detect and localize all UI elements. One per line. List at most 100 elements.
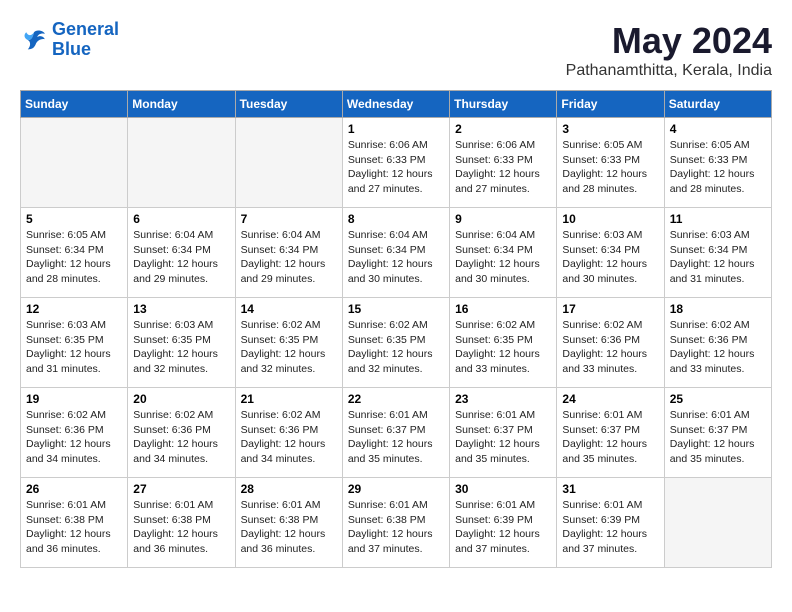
- day-info: Sunrise: 6:03 AMSunset: 6:34 PMDaylight:…: [670, 228, 766, 287]
- day-info: Sunrise: 6:03 AMSunset: 6:34 PMDaylight:…: [562, 228, 658, 287]
- day-info: Sunrise: 6:05 AMSunset: 6:34 PMDaylight:…: [26, 228, 122, 287]
- calendar-cell: 16 Sunrise: 6:02 AMSunset: 6:35 PMDayligh…: [450, 298, 557, 388]
- day-info: Sunrise: 6:02 AMSunset: 6:35 PMDaylight:…: [348, 318, 444, 377]
- week-row-1: 1Sunrise: 6:06 AMSunset: 6:33 PMDaylight…: [21, 118, 772, 208]
- calendar-cell: 15 Sunrise: 6:02 AMSunset: 6:35 PMDayligh…: [342, 298, 449, 388]
- calendar-cell: 2 Sunrise: 6:06 AMSunset: 6:33 PMDaylight…: [450, 118, 557, 208]
- day-info: Sunrise: 6:01 AMSunset: 6:38 PMDaylight:…: [241, 498, 337, 557]
- day-info: Sunrise: 6:01 AMSunset: 6:39 PMDaylight:…: [455, 498, 551, 557]
- day-info: Sunrise: 6:04 AMSunset: 6:34 PMDaylight:…: [133, 228, 229, 287]
- day-info: Sunrise: 6:02 AMSunset: 6:36 PMDaylight:…: [26, 408, 122, 467]
- weekday-header-monday: Monday: [128, 91, 235, 118]
- logo: General Blue: [20, 20, 119, 60]
- calendar-cell: 3 Sunrise: 6:05 AMSunset: 6:33 PMDaylight…: [557, 118, 664, 208]
- day-number: 12: [26, 302, 122, 316]
- day-number: 4: [670, 122, 766, 136]
- day-info: Sunrise: 6:01 AMSunset: 6:38 PMDaylight:…: [26, 498, 122, 557]
- calendar-cell: [235, 118, 342, 208]
- logo-icon: [20, 26, 48, 54]
- day-number: 23: [455, 392, 551, 406]
- calendar-cell: 24Sunrise: 6:01 AMSunset: 6:37 PMDayligh…: [557, 388, 664, 478]
- weekday-header-row: SundayMondayTuesdayWednesdayThursdayFrid…: [21, 91, 772, 118]
- day-info: Sunrise: 6:01 AMSunset: 6:37 PMDaylight:…: [670, 408, 766, 467]
- calendar-cell: 31 Sunrise: 6:01 AMSunset: 6:39 PMDayligh…: [557, 478, 664, 568]
- day-number: 9: [455, 212, 551, 226]
- day-number: 24: [562, 392, 658, 406]
- day-info: Sunrise: 6:05 AMSunset: 6:33 PMDaylight:…: [670, 138, 766, 197]
- month-title: May 2024: [566, 20, 772, 62]
- calendar-cell: [21, 118, 128, 208]
- week-row-3: 12 Sunrise: 6:03 AMSunset: 6:35 PMDayligh…: [21, 298, 772, 388]
- calendar-cell: 4 Sunrise: 6:05 AMSunset: 6:33 PMDaylight…: [664, 118, 771, 208]
- weekday-header-thursday: Thursday: [450, 91, 557, 118]
- day-number: 20: [133, 392, 229, 406]
- calendar-cell: 5Sunrise: 6:05 AMSunset: 6:34 PMDaylight…: [21, 208, 128, 298]
- location-title: Pathanamthitta, Kerala, India: [566, 62, 772, 80]
- page-header: General Blue May 2024 Pathanamthitta, Ke…: [20, 20, 772, 80]
- day-number: 10: [562, 212, 658, 226]
- weekday-header-wednesday: Wednesday: [342, 91, 449, 118]
- day-number: 3: [562, 122, 658, 136]
- day-number: 14: [241, 302, 337, 316]
- calendar-cell: 14Sunrise: 6:02 AMSunset: 6:35 PMDayligh…: [235, 298, 342, 388]
- day-number: 29: [348, 482, 444, 496]
- calendar-cell: 7Sunrise: 6:04 AMSunset: 6:34 PMDaylight…: [235, 208, 342, 298]
- calendar-cell: 8 Sunrise: 6:04 AMSunset: 6:34 PMDaylight…: [342, 208, 449, 298]
- calendar-cell: [664, 478, 771, 568]
- calendar-cell: 13 Sunrise: 6:03 AMSunset: 6:35 PMDayligh…: [128, 298, 235, 388]
- calendar-cell: 29 Sunrise: 6:01 AMSunset: 6:38 PMDayligh…: [342, 478, 449, 568]
- day-number: 25: [670, 392, 766, 406]
- day-number: 15: [348, 302, 444, 316]
- day-info: Sunrise: 6:04 AMSunset: 6:34 PMDaylight:…: [348, 228, 444, 287]
- week-row-2: 5Sunrise: 6:05 AMSunset: 6:34 PMDaylight…: [21, 208, 772, 298]
- day-info: Sunrise: 6:03 AMSunset: 6:35 PMDaylight:…: [133, 318, 229, 377]
- day-info: Sunrise: 6:06 AMSunset: 6:33 PMDaylight:…: [455, 138, 551, 197]
- day-number: 21: [241, 392, 337, 406]
- calendar-cell: 20Sunrise: 6:02 AMSunset: 6:36 PMDayligh…: [128, 388, 235, 478]
- calendar-cell: 25 Sunrise: 6:01 AMSunset: 6:37 PMDayligh…: [664, 388, 771, 478]
- day-number: 31: [562, 482, 658, 496]
- day-number: 28: [241, 482, 337, 496]
- day-number: 13: [133, 302, 229, 316]
- day-number: 2: [455, 122, 551, 136]
- day-info: Sunrise: 6:01 AMSunset: 6:38 PMDaylight:…: [348, 498, 444, 557]
- day-info: Sunrise: 6:01 AMSunset: 6:37 PMDaylight:…: [455, 408, 551, 467]
- calendar-cell: 12Sunrise: 6:03 AMSunset: 6:35 PMDayligh…: [21, 298, 128, 388]
- calendar-cell: 9 Sunrise: 6:04 AMSunset: 6:34 PMDaylight…: [450, 208, 557, 298]
- day-number: 22: [348, 392, 444, 406]
- calendar-cell: 6Sunrise: 6:04 AMSunset: 6:34 PMDaylight…: [128, 208, 235, 298]
- calendar-cell: 11 Sunrise: 6:03 AMSunset: 6:34 PMDayligh…: [664, 208, 771, 298]
- day-info: Sunrise: 6:02 AMSunset: 6:36 PMDaylight:…: [241, 408, 337, 467]
- day-number: 16: [455, 302, 551, 316]
- day-number: 30: [455, 482, 551, 496]
- day-info: Sunrise: 6:01 AMSunset: 6:39 PMDaylight:…: [562, 498, 658, 557]
- day-number: 26: [26, 482, 122, 496]
- calendar-cell: 19 Sunrise: 6:02 AMSunset: 6:36 PMDayligh…: [21, 388, 128, 478]
- calendar-table: SundayMondayTuesdayWednesdayThursdayFrid…: [20, 90, 772, 568]
- day-number: 11: [670, 212, 766, 226]
- logo-text-line2: Blue: [52, 40, 119, 60]
- calendar-cell: 21 Sunrise: 6:02 AMSunset: 6:36 PMDayligh…: [235, 388, 342, 478]
- logo-text-line1: General: [52, 20, 119, 40]
- calendar-cell: 17Sunrise: 6:02 AMSunset: 6:36 PMDayligh…: [557, 298, 664, 388]
- day-number: 7: [241, 212, 337, 226]
- week-row-4: 19 Sunrise: 6:02 AMSunset: 6:36 PMDayligh…: [21, 388, 772, 478]
- day-number: 19: [26, 392, 122, 406]
- day-number: 27: [133, 482, 229, 496]
- calendar-cell: [128, 118, 235, 208]
- weekday-header-saturday: Saturday: [664, 91, 771, 118]
- calendar-cell: 23 Sunrise: 6:01 AMSunset: 6:37 PMDayligh…: [450, 388, 557, 478]
- calendar-cell: 18Sunrise: 6:02 AMSunset: 6:36 PMDayligh…: [664, 298, 771, 388]
- calendar-cell: 30 Sunrise: 6:01 AMSunset: 6:39 PMDayligh…: [450, 478, 557, 568]
- day-info: Sunrise: 6:01 AMSunset: 6:37 PMDaylight:…: [348, 408, 444, 467]
- day-info: Sunrise: 6:01 AMSunset: 6:38 PMDaylight:…: [133, 498, 229, 557]
- weekday-header-friday: Friday: [557, 91, 664, 118]
- weekday-header-tuesday: Tuesday: [235, 91, 342, 118]
- title-block: May 2024 Pathanamthitta, Kerala, India: [566, 20, 772, 80]
- day-info: Sunrise: 6:02 AMSunset: 6:35 PMDaylight:…: [455, 318, 551, 377]
- day-number: 18: [670, 302, 766, 316]
- day-info: Sunrise: 6:05 AMSunset: 6:33 PMDaylight:…: [562, 138, 658, 197]
- day-number: 8: [348, 212, 444, 226]
- day-info: Sunrise: 6:04 AMSunset: 6:34 PMDaylight:…: [455, 228, 551, 287]
- calendar-cell: 28 Sunrise: 6:01 AMSunset: 6:38 PMDayligh…: [235, 478, 342, 568]
